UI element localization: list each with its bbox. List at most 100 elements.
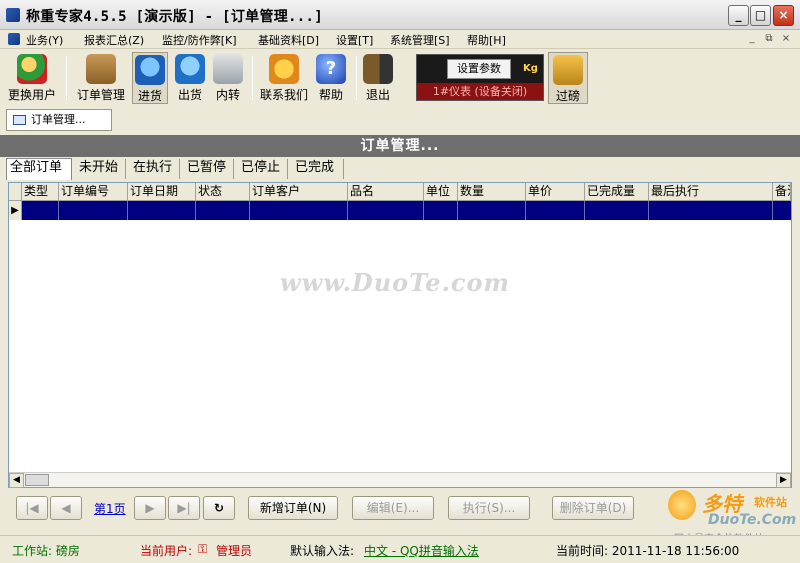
column-header-product[interactable]: 品名 — [348, 183, 424, 201]
switch-user-button[interactable]: 更换用户 — [6, 52, 58, 104]
edit-button[interactable]: 编辑(E)... — [352, 496, 434, 520]
contact-us-label: 联系我们 — [259, 88, 308, 102]
cell-divider — [58, 201, 59, 220]
contact-us-button[interactable]: 联系我们 — [258, 52, 310, 104]
new-order-button[interactable]: 新增订单(N) — [248, 496, 338, 520]
weight-unit: Kg — [523, 63, 538, 74]
tab-all-orders[interactable]: 全部订单 — [6, 158, 72, 180]
mdi-close-icon[interactable]: × — [778, 32, 794, 46]
tab-paused[interactable]: 已暂停 — [184, 159, 234, 179]
window-title: 称重专家4.5.5 [演示版] - [订单管理...] — [26, 9, 323, 25]
toolbar-separator — [66, 56, 67, 100]
menu-business[interactable]: 业务(Y) — [26, 32, 63, 48]
cell-divider — [648, 201, 649, 220]
column-header-quantity[interactable]: 数量 — [458, 183, 526, 201]
tab-in-progress[interactable]: 在执行 — [130, 159, 180, 179]
column-header-unit[interactable]: 单位 — [424, 183, 458, 201]
cell-divider — [772, 201, 773, 220]
prev-page-button[interactable]: ◀ — [50, 496, 82, 520]
weigh-label: 过磅 — [555, 89, 580, 103]
phone-icon — [269, 54, 299, 84]
inbound-label: 进货 — [137, 89, 162, 103]
cell-divider — [195, 201, 196, 220]
menu-reports[interactable]: 报表汇总(Z) — [84, 32, 144, 48]
help-label: 帮助 — [318, 88, 343, 102]
help-icon: ? — [316, 54, 346, 84]
minimize-button[interactable]: _ — [728, 5, 749, 26]
brand-domain: DuoTe.Com — [708, 512, 797, 528]
section-title: 订单管理... — [0, 135, 800, 157]
watermark: www.DuoTe.com — [280, 268, 510, 297]
ime-link[interactable]: 中文 - QQ拼音输入法 — [364, 542, 479, 559]
cell-divider — [347, 201, 348, 220]
brand-suffix: 软件站 — [754, 496, 787, 509]
order-grid[interactable]: 类型 订单编号 订单日期 状态 订单客户 品名 单位 数量 单价 已完成量 最后… — [8, 182, 792, 488]
inbound-icon — [135, 55, 165, 85]
cell-divider — [525, 201, 526, 220]
tab-stopped[interactable]: 已停止 — [238, 159, 288, 179]
close-button[interactable]: × — [773, 5, 794, 26]
switch-user-label: 更换用户 — [7, 88, 56, 102]
ime-label: 默认输入法: — [290, 544, 355, 558]
order-management-label: 订单管理 — [76, 88, 125, 102]
column-header-order-date[interactable]: 订单日期 — [128, 183, 196, 201]
title-bar: 称重专家4.5.5 [演示版] - [订单管理...] _ □ × — [0, 0, 800, 30]
column-header-status[interactable]: 状态 — [196, 183, 250, 201]
order-management-button[interactable]: 订单管理 — [74, 52, 128, 104]
column-header-completed-qty[interactable]: 已完成量 — [585, 183, 649, 201]
tab-not-started[interactable]: 未开始 — [76, 159, 126, 179]
row-indicator-header — [9, 183, 22, 201]
column-header-type[interactable]: 类型 — [22, 183, 59, 201]
menu-bar: 业务(Y) 报表汇总(Z) 监控/防作弊[K] 基础资料[D] 设置[T] 系统… — [0, 30, 800, 49]
scale-status: 1#仪表 (设备关闭) — [417, 83, 543, 100]
menu-help[interactable]: 帮助[H] — [467, 32, 506, 48]
column-header-unit-price[interactable]: 单价 — [526, 183, 585, 201]
transfer-button[interactable]: 内转 — [210, 52, 246, 104]
column-header-order-no[interactable]: 订单编号 — [59, 183, 128, 201]
menu-base-data[interactable]: 基础资料[D] — [258, 32, 319, 48]
document-tab-strip: 订单管理... — [0, 106, 800, 134]
exit-door-icon — [363, 54, 393, 84]
menu-system[interactable]: 系统管理[S] — [390, 32, 450, 48]
weigh-button[interactable]: 过磅 — [548, 52, 588, 104]
toolbar-separator — [252, 56, 253, 100]
current-user-label: 当前用户: — [140, 544, 193, 558]
maximize-button[interactable]: □ — [750, 5, 771, 26]
cell-divider — [423, 201, 424, 220]
refresh-icon[interactable]: ↻ — [203, 496, 235, 520]
execute-button[interactable]: 执行(S)... — [448, 496, 530, 520]
exit-label: 退出 — [365, 88, 390, 102]
tab-completed[interactable]: 已完成 — [292, 159, 344, 179]
scroll-thumb[interactable] — [25, 474, 49, 486]
delete-order-button[interactable]: 删除订单(D) — [552, 496, 634, 520]
mdi-restore-icon[interactable]: ⧉ — [761, 32, 777, 46]
cell-divider — [127, 201, 128, 220]
column-header-remark[interactable]: 备注 — [773, 183, 791, 201]
app-icon — [6, 8, 20, 22]
workstation-status: 工作站: 磅房 — [12, 544, 80, 558]
transfer-icon — [213, 54, 243, 84]
mdi-minimize-icon[interactable]: _ — [744, 32, 760, 46]
window-icon — [13, 115, 26, 125]
outbound-button[interactable]: 出货 — [172, 52, 208, 104]
set-parameters-button[interactable]: 设置参数 — [447, 59, 511, 79]
menu-monitor[interactable]: 监控/防作弊[K] — [162, 32, 237, 48]
cell-divider — [584, 201, 585, 220]
toolbar: 更换用户 订单管理 进货 出货 内转 联系我们 ? 帮助 退出 设置参数 Kg … — [0, 50, 800, 106]
column-header-last-executed[interactable]: 最后执行 — [649, 183, 773, 201]
doc-tab-order-management[interactable]: 订单管理... — [6, 109, 112, 131]
next-page-button[interactable]: ▶ — [134, 496, 166, 520]
scroll-left-icon[interactable]: ◀ — [9, 473, 24, 488]
inbound-button[interactable]: 进货 — [132, 52, 168, 104]
outbound-icon — [175, 54, 205, 84]
exit-button[interactable]: 退出 — [362, 52, 394, 104]
first-page-button[interactable]: |◀ — [16, 496, 48, 520]
help-button[interactable]: ? 帮助 — [314, 52, 348, 104]
scale-panel: 设置参数 Kg 1#仪表 (设备关闭) — [416, 54, 544, 101]
page-number-link[interactable]: 第1页 — [94, 500, 126, 517]
mdi-app-icon[interactable] — [8, 33, 20, 45]
transfer-label: 内转 — [215, 88, 240, 102]
column-header-customer[interactable]: 订单客户 — [250, 183, 348, 201]
last-page-button[interactable]: ▶| — [168, 496, 200, 520]
menu-settings[interactable]: 设置[T] — [336, 32, 373, 48]
